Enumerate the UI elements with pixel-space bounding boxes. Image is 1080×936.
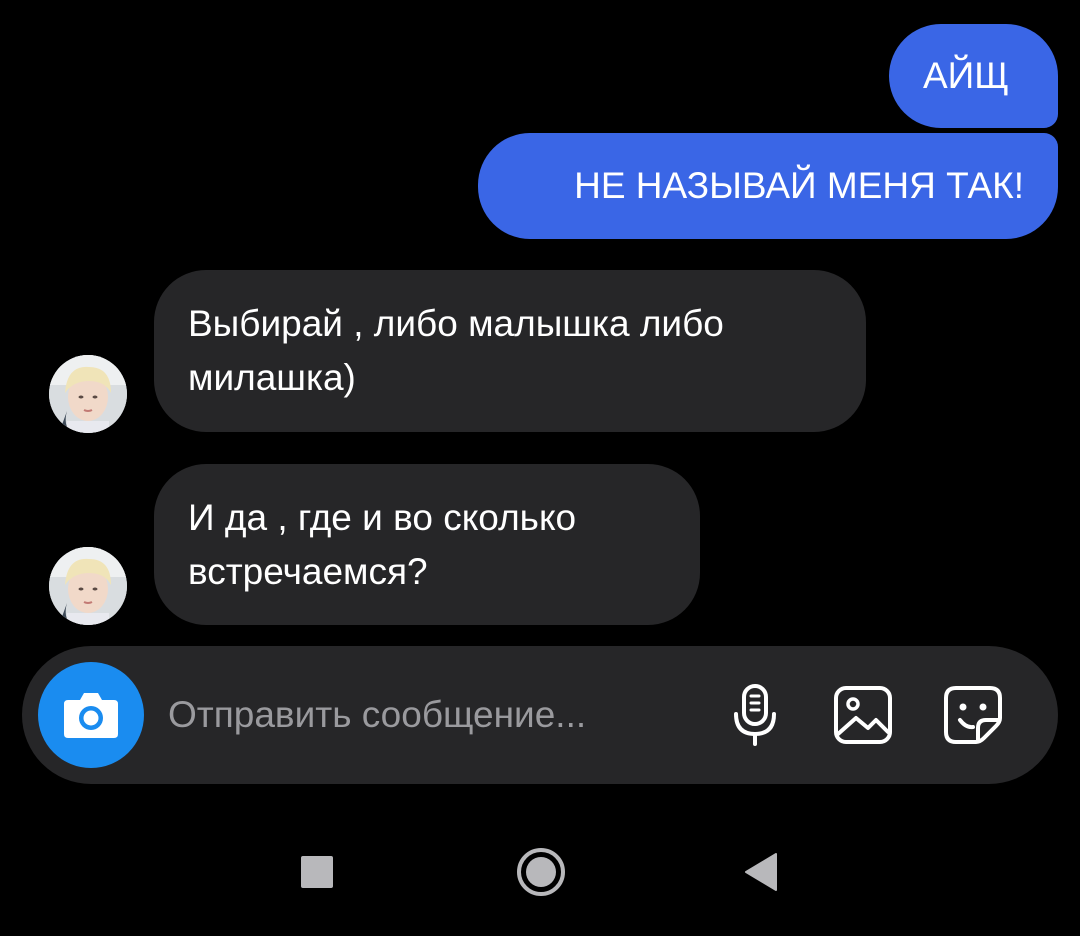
- contact-avatar[interactable]: [49, 547, 127, 625]
- square-icon: [301, 856, 333, 888]
- triangle-back-icon: [745, 853, 777, 891]
- message-input[interactable]: [168, 680, 708, 750]
- camera-button[interactable]: [38, 662, 144, 768]
- avatar-photo: [49, 355, 127, 433]
- message-composer: [22, 646, 1058, 784]
- back-button[interactable]: [742, 852, 780, 892]
- avatar-photo: [49, 547, 127, 625]
- message-text: НЕ НАЗЫВАЙ МЕНЯ ТАК!: [574, 165, 1024, 206]
- message-text: Выбирай , либо малышка либо милашка): [188, 303, 724, 398]
- contact-avatar[interactable]: [49, 355, 127, 433]
- received-message-bubble[interactable]: Выбирай , либо малышка либо милашка): [154, 270, 866, 432]
- message-text: АЙЩ: [923, 55, 1009, 96]
- home-button[interactable]: [515, 846, 567, 898]
- message-text: И да , где и во сколько встречаемся?: [188, 497, 577, 592]
- recents-button[interactable]: [300, 855, 334, 889]
- sticker-icon[interactable]: [940, 682, 1006, 748]
- sent-message-bubble[interactable]: НЕ НАЗЫВАЙ МЕНЯ ТАК!: [478, 133, 1058, 239]
- circle-icon: [517, 848, 565, 896]
- microphone-icon[interactable]: [722, 682, 788, 748]
- received-message-bubble[interactable]: И да , где и во сколько встречаемся?: [154, 464, 700, 625]
- camera-icon: [64, 693, 118, 738]
- sent-message-bubble[interactable]: АЙЩ: [889, 24, 1058, 128]
- gallery-icon[interactable]: [830, 682, 896, 748]
